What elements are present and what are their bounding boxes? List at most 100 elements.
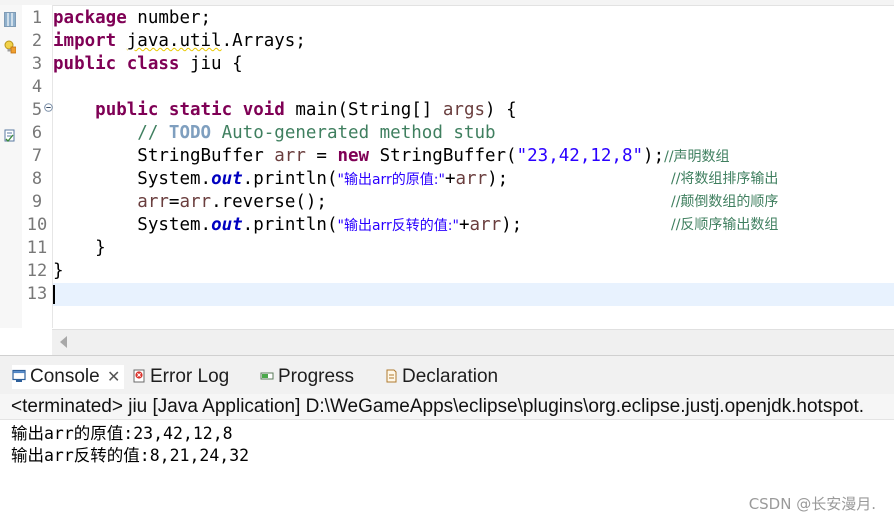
console-output-line: 输出arr反转的值:8,21,24,32	[11, 446, 250, 465]
watermark: CSDN @长安漫月.	[748, 495, 876, 513]
keyword: package	[53, 8, 127, 28]
fold-collapse-icon[interactable]	[44, 103, 53, 112]
variable: arr	[469, 215, 502, 235]
keyword: new	[337, 146, 370, 166]
declaration-icon	[386, 369, 397, 383]
code-line-7: StringBuffer arr = new StringBuffer("23,…	[53, 145, 894, 168]
code-text: );	[643, 146, 665, 166]
code-text: .reverse();	[211, 192, 327, 212]
comment: //	[137, 123, 169, 143]
comment: //颠倒数组的顺序	[671, 194, 779, 210]
line-number: 9	[31, 192, 43, 212]
view-tab-bar: Console ✕ Error Log Progress Declaration	[0, 356, 894, 394]
todo-tag: TODO	[168, 123, 212, 143]
code-editor[interactable]: 1 2 3 4 5 6 7 8 9 10 11 12 13 package nu…	[0, 0, 894, 356]
comment: Auto-generated method stub	[211, 123, 496, 143]
code-line-5: public static void main(String[] args) {	[53, 99, 894, 122]
quick-diff-marker	[4, 12, 16, 27]
tab-label: Error Log	[150, 366, 230, 387]
variable: args	[442, 100, 486, 120]
tab-progress[interactable]: Progress	[260, 365, 370, 389]
progress-icon	[260, 372, 274, 380]
variable: arr	[455, 169, 488, 189]
code-text: );	[487, 169, 509, 189]
tab-label: Progress	[278, 366, 355, 387]
overview-ruler[interactable]	[0, 5, 22, 328]
comment: //声明数组	[664, 149, 730, 165]
code-text: }	[95, 238, 106, 258]
console-status-line: <terminated> jiu [Java Application] D:\W…	[0, 394, 894, 420]
code-line-12: }	[53, 260, 894, 283]
tab-label: Console	[30, 366, 100, 387]
code-text-area[interactable]: package number; import java.util.Arrays;…	[53, 5, 894, 328]
line-number: 8	[31, 169, 43, 189]
tab-declaration[interactable]: Declaration	[384, 365, 514, 389]
code-line-2: import java.util.Arrays;	[53, 30, 894, 53]
code-line-1: package number;	[53, 7, 894, 30]
code-text: +	[444, 169, 456, 189]
string-literal: "23,42,12,8"	[516, 146, 644, 166]
console-output-line: 输出arr的原值:23,42,12,8	[11, 424, 233, 443]
keyword: static	[168, 100, 233, 120]
line-number: 4	[31, 77, 43, 97]
code-line-11: }	[53, 237, 894, 260]
code-text: );	[501, 215, 523, 235]
code-text: number;	[126, 8, 212, 28]
code-text: .Arrays;	[221, 31, 306, 51]
console-panel: Console ✕ Error Log Progress Declaration…	[0, 355, 894, 522]
code-text: System.	[137, 215, 212, 235]
code-text: .println(	[242, 215, 338, 235]
code-text: +	[458, 215, 470, 235]
static-field: out	[211, 215, 243, 235]
line-number: 2	[31, 31, 43, 51]
warning-squiggle[interactable]: java.util	[127, 31, 222, 51]
string-literal: "输出arr的原值:"	[337, 172, 445, 188]
line-number: 12	[26, 261, 48, 281]
variable: arr	[274, 146, 306, 166]
line-number: 11	[26, 238, 48, 258]
keyword: public	[95, 100, 159, 120]
scroll-left-arrow-icon[interactable]	[60, 336, 67, 348]
variable: arr	[179, 192, 212, 212]
line-number: 1	[31, 8, 43, 28]
keyword: public	[53, 54, 117, 74]
close-icon[interactable]: ✕	[107, 365, 120, 389]
console-icon	[12, 369, 26, 382]
variable: arr	[137, 192, 169, 212]
line-number: 6	[31, 123, 43, 143]
horizontal-scrollbar[interactable]	[52, 329, 894, 356]
gutter-footer	[0, 328, 52, 355]
line-number: 13	[26, 284, 48, 304]
error-log-icon	[133, 369, 145, 383]
keyword: import	[53, 31, 117, 51]
line-number: 10	[26, 215, 48, 235]
code-line-10: System.out.println("输出arr反转的值:"+arr); //反…	[53, 214, 894, 237]
warning-lightbulb-icon[interactable]	[4, 40, 16, 54]
code-text: StringBuffer(	[369, 146, 517, 166]
code-text: System.	[137, 169, 212, 189]
task-marker-icon[interactable]	[4, 129, 16, 143]
string-literal: "输出arr反转的值:"	[337, 218, 459, 234]
code-line-3: public class jiu {	[53, 53, 894, 76]
tab-label: Declaration	[402, 366, 499, 387]
keyword: class	[126, 54, 180, 74]
keyword: void	[242, 100, 285, 120]
tab-console[interactable]: Console ✕	[12, 365, 124, 389]
code-text: jiu {	[179, 54, 243, 74]
code-text: =	[305, 146, 338, 166]
code-text: =	[168, 192, 180, 212]
code-text: }	[53, 261, 64, 281]
comment: //将数组排序输出	[671, 171, 779, 187]
code-text: StringBuffer	[137, 146, 275, 166]
code-text: .println(	[242, 169, 338, 189]
text-caret	[53, 284, 55, 304]
tab-error-log[interactable]: Error Log	[132, 365, 242, 389]
line-number: 3	[31, 54, 43, 74]
code-line-6: // TODO Auto-generated method stub	[53, 122, 894, 145]
code-line-13-current[interactable]	[53, 283, 894, 306]
code-line-8: System.out.println("输出arr的原值:"+arr); //将数…	[53, 168, 894, 191]
code-line-9: arr=arr.reverse();//颠倒数组的顺序	[53, 191, 894, 214]
comment: //反顺序输出数组	[671, 217, 779, 233]
code-text: ) {	[485, 100, 517, 120]
